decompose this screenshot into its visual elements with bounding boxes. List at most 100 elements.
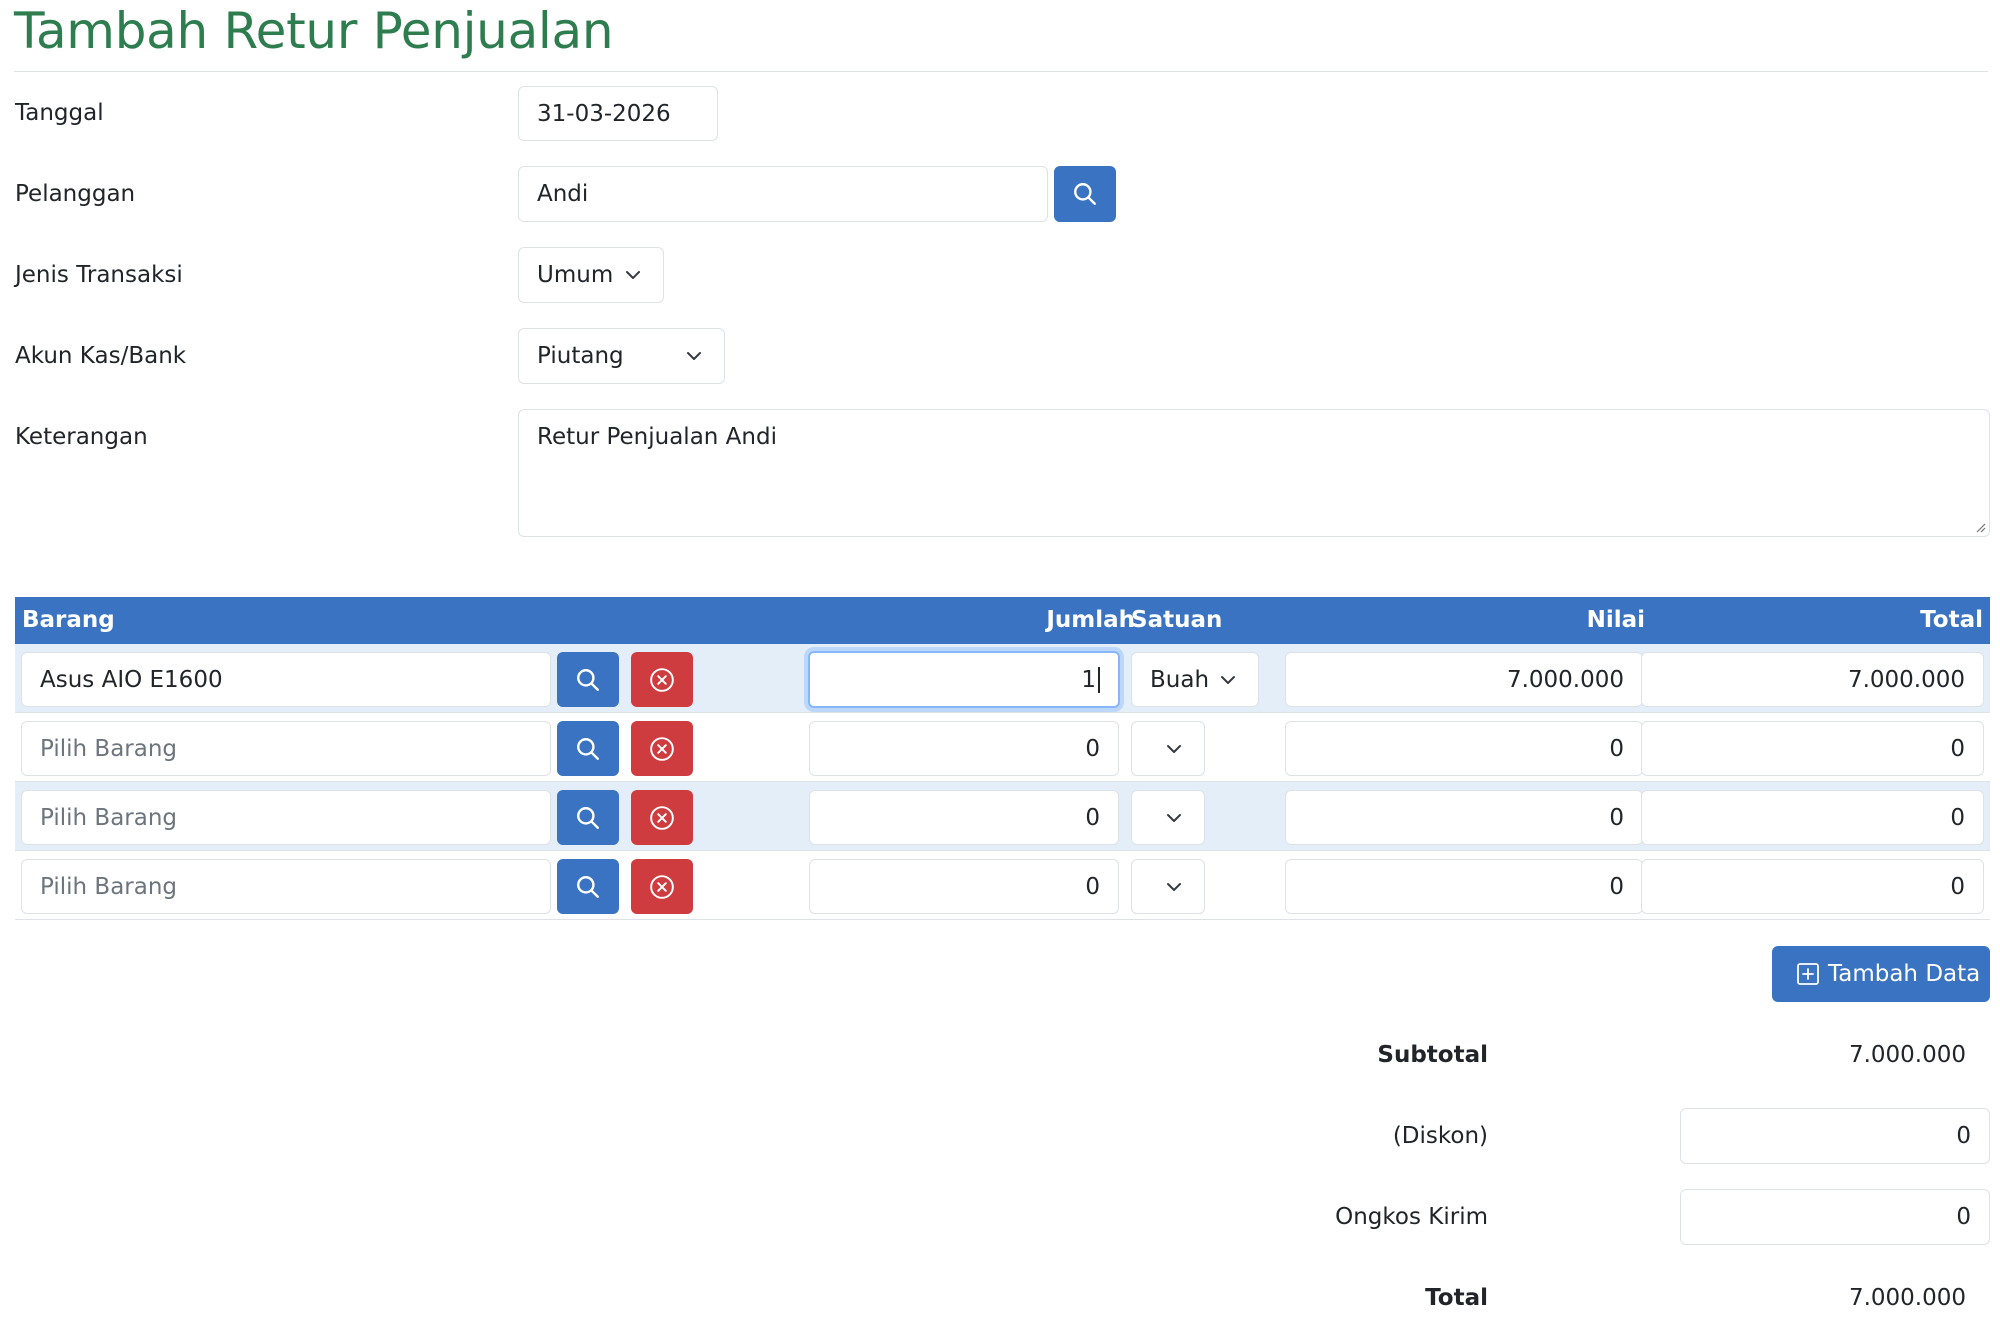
chevron-down-icon xyxy=(626,271,640,279)
table-row: Pilih Barang 0 0 0 xyxy=(15,713,1990,782)
barang-placeholder: Pilih Barang xyxy=(40,873,178,900)
title-divider xyxy=(14,71,1988,72)
nilai-input[interactable]: 0 xyxy=(1285,790,1643,845)
table-row: Pilih Barang 0 0 0 xyxy=(15,851,1990,920)
add-row-label: Tambah Data xyxy=(1828,961,1981,987)
jumlah-value: 0 xyxy=(1085,873,1100,900)
barang-search-button[interactable] xyxy=(557,652,619,707)
nilai-input[interactable]: 7.000.000 xyxy=(1285,652,1643,707)
chevron-down-icon xyxy=(1221,675,1235,684)
x-circle-icon xyxy=(650,667,674,692)
grand-total-value: 7.000.000 xyxy=(1848,1285,1966,1311)
pelanggan-search-button[interactable] xyxy=(1054,166,1116,222)
total-value: 0 xyxy=(1950,804,1965,831)
jumlah-input[interactable]: 0 xyxy=(809,790,1119,845)
tanggal-input[interactable]: 31-03-2026 xyxy=(518,86,718,141)
text-caret xyxy=(1098,666,1100,693)
akun-select[interactable]: Piutang xyxy=(518,328,725,384)
diskon-label: (Diskon) xyxy=(1392,1123,1488,1149)
remove-row-button[interactable] xyxy=(631,790,693,845)
x-circle-icon xyxy=(650,874,674,899)
barang-value: Asus AIO E1600 xyxy=(40,666,223,693)
nilai-value: 7.000.000 xyxy=(1506,666,1624,693)
nilai-value: 0 xyxy=(1609,804,1624,831)
akun-label: Akun Kas/Bank xyxy=(15,343,187,369)
tanggal-value: 31-03-2026 xyxy=(537,100,671,127)
total-input[interactable]: 7.000.000 xyxy=(1641,652,1984,707)
chevron-down-icon xyxy=(1167,813,1181,822)
table-row: Pilih Barang 0 0 0 xyxy=(15,782,1990,851)
search-icon xyxy=(1074,183,1096,205)
jumlah-value: 0 xyxy=(1085,804,1100,831)
tanggal-label: Tanggal xyxy=(15,100,104,126)
pelanggan-input[interactable]: Andi xyxy=(518,166,1048,222)
nilai-input[interactable]: 0 xyxy=(1285,721,1643,776)
search-icon xyxy=(577,737,599,760)
subtotal-label: Subtotal xyxy=(1377,1042,1488,1068)
total-input[interactable]: 0 xyxy=(1641,790,1984,845)
keterangan-value: Retur Penjualan Andi xyxy=(537,424,777,450)
total-value: 7.000.000 xyxy=(1847,666,1965,693)
header-nilai: Nilai xyxy=(1586,607,1645,633)
ongkos-kirim-value: 0 xyxy=(1956,1204,1971,1230)
page-title: Tambah Retur Penjualan xyxy=(14,2,614,60)
nilai-value: 0 xyxy=(1609,873,1624,900)
barang-search-button[interactable] xyxy=(557,790,619,845)
add-row-button[interactable]: Tambah Data xyxy=(1772,946,1990,1002)
jenis-transaksi-value: Umum xyxy=(537,262,614,288)
satuan-select[interactable]: Buah xyxy=(1131,652,1259,707)
pelanggan-value: Andi xyxy=(537,181,589,207)
header-barang: Barang xyxy=(22,607,115,633)
resize-grip-icon[interactable] xyxy=(1974,521,1986,533)
satuan-select[interactable] xyxy=(1131,859,1205,914)
ongkos-kirim-label: Ongkos Kirim xyxy=(1335,1204,1488,1230)
table-header: Barang Jumlah Satuan Nilai Total xyxy=(15,597,1990,644)
barang-placeholder: Pilih Barang xyxy=(40,735,178,762)
nilai-input[interactable]: 0 xyxy=(1285,859,1643,914)
header-total: Total xyxy=(1920,607,1983,633)
chevron-down-icon xyxy=(687,352,701,360)
subtotal-value: 7.000.000 xyxy=(1848,1042,1966,1068)
barang-input[interactable]: Pilih Barang xyxy=(21,721,551,776)
jenis-transaksi-select[interactable]: Umum xyxy=(518,247,664,303)
satuan-value: Buah xyxy=(1150,666,1210,693)
jumlah-input[interactable]: 0 xyxy=(809,859,1119,914)
jumlah-input[interactable]: 1 xyxy=(808,651,1120,708)
barang-search-button[interactable] xyxy=(557,721,619,776)
diskon-input[interactable]: 0 xyxy=(1680,1108,1990,1164)
jumlah-value: 0 xyxy=(1085,735,1100,762)
x-circle-icon xyxy=(650,736,674,761)
total-input[interactable]: 0 xyxy=(1641,721,1984,776)
remove-row-button[interactable] xyxy=(631,652,693,707)
barang-input[interactable]: Pilih Barang xyxy=(21,859,551,914)
pelanggan-label: Pelanggan xyxy=(15,181,136,207)
keterangan-textarea[interactable]: Retur Penjualan Andi xyxy=(518,409,1990,537)
search-icon xyxy=(577,806,599,829)
table-row: Asus AIO E1600 1 Buah 7.000.000 7.000.00… xyxy=(15,644,1990,713)
header-jumlah: Jumlah xyxy=(1046,607,1135,633)
total-input[interactable]: 0 xyxy=(1641,859,1984,914)
jumlah-input[interactable]: 0 xyxy=(809,721,1119,776)
satuan-select[interactable] xyxy=(1131,721,1205,776)
satuan-select[interactable] xyxy=(1131,790,1205,845)
total-value: 0 xyxy=(1950,873,1965,900)
header-satuan: Satuan xyxy=(1131,607,1223,633)
nilai-value: 0 xyxy=(1609,735,1624,762)
barang-input[interactable]: Pilih Barang xyxy=(21,790,551,845)
x-circle-icon xyxy=(650,805,674,830)
remove-row-button[interactable] xyxy=(631,721,693,776)
jumlah-value: 1 xyxy=(1081,666,1096,693)
plus-square-icon xyxy=(1797,963,1819,985)
search-icon xyxy=(577,875,599,898)
remove-row-button[interactable] xyxy=(631,859,693,914)
ongkos-kirim-input[interactable]: 0 xyxy=(1680,1189,1990,1245)
diskon-value: 0 xyxy=(1956,1123,1971,1149)
akun-value: Piutang xyxy=(537,343,624,369)
search-icon xyxy=(577,668,599,691)
barang-search-button[interactable] xyxy=(557,859,619,914)
chevron-down-icon xyxy=(1167,744,1181,753)
total-value: 0 xyxy=(1950,735,1965,762)
barang-input[interactable]: Asus AIO E1600 xyxy=(21,652,551,707)
chevron-down-icon xyxy=(1167,882,1181,891)
total-label: Total xyxy=(1425,1285,1488,1311)
